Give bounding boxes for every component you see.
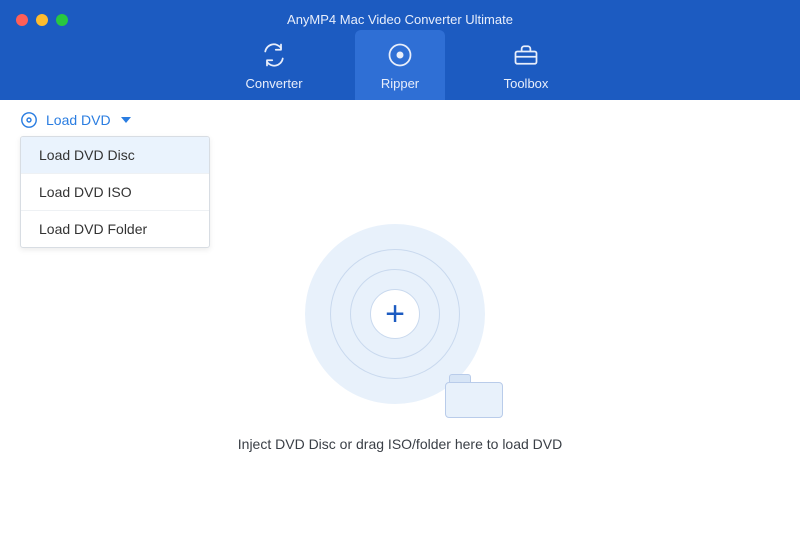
tab-label: Converter xyxy=(245,76,302,91)
dropdown-item-load-dvd-disc[interactable]: Load DVD Disc xyxy=(21,137,209,174)
dropdown-item-load-dvd-iso[interactable]: Load DVD ISO xyxy=(21,174,209,211)
app-title: AnyMP4 Mac Video Converter Ultimate xyxy=(0,12,800,27)
converter-icon xyxy=(259,40,289,70)
toolbox-icon xyxy=(511,40,541,70)
tab-converter[interactable]: Converter xyxy=(229,30,319,100)
chevron-down-icon xyxy=(121,117,131,123)
load-dvd-button[interactable]: Load DVD xyxy=(20,111,131,129)
plus-icon: + xyxy=(385,297,405,331)
toolbar: Load DVD Load DVD Disc Load DVD ISO Load… xyxy=(0,100,800,140)
disc-icon xyxy=(20,111,38,129)
ripper-icon xyxy=(385,40,415,70)
folder-illustration-icon xyxy=(445,374,503,418)
tab-ripper[interactable]: Ripper xyxy=(355,30,445,100)
app-window: AnyMP4 Mac Video Converter Ultimate Conv… xyxy=(0,0,800,535)
main-tabs: Converter Ripper xyxy=(229,30,571,100)
load-dvd-label: Load DVD xyxy=(46,112,111,128)
tab-label: Toolbox xyxy=(504,76,549,91)
drop-hint-text: Inject DVD Disc or drag ISO/folder here … xyxy=(238,436,562,452)
tab-toolbox[interactable]: Toolbox xyxy=(481,30,571,100)
load-dvd-dropdown: Load DVD Disc Load DVD ISO Load DVD Fold… xyxy=(20,136,210,248)
drop-graphic: + xyxy=(305,224,495,414)
tab-label: Ripper xyxy=(381,76,419,91)
dropdown-item-load-dvd-folder[interactable]: Load DVD Folder xyxy=(21,211,209,247)
title-bar: AnyMP4 Mac Video Converter Ultimate Conv… xyxy=(0,0,800,100)
